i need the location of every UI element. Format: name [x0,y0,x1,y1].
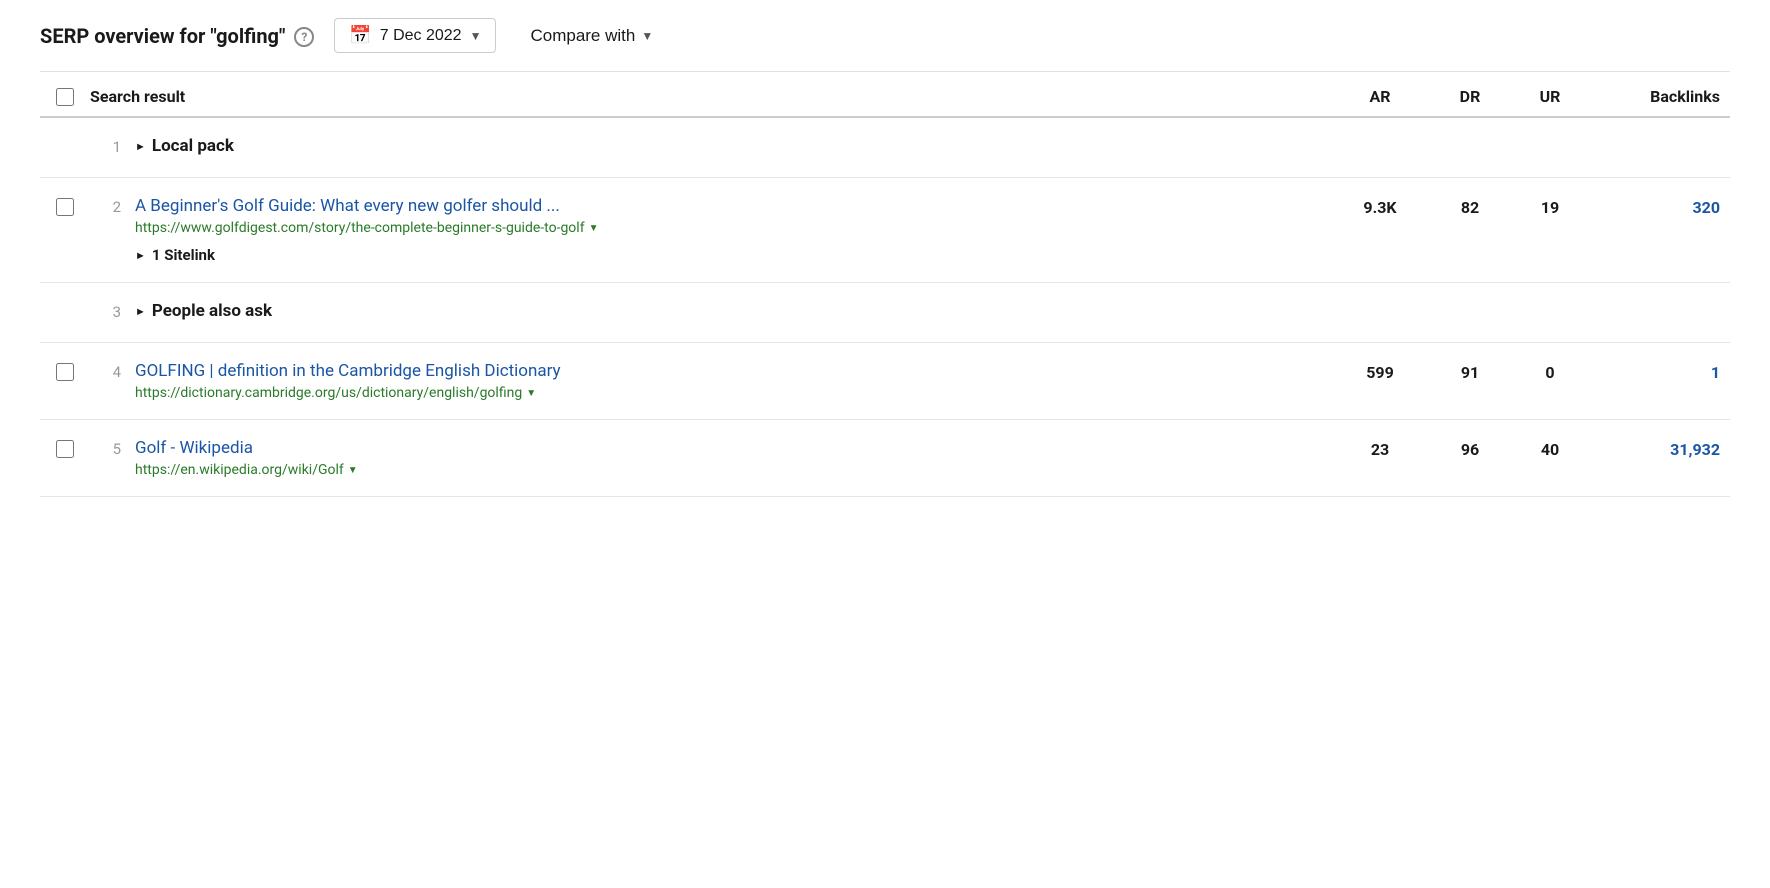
row-3-ar [1330,301,1430,303]
header-dr-label: DR [1430,87,1510,106]
table-row: 2 A Beginner's Golf Guide: What every ne… [40,178,1730,283]
row-2-checkbox-col[interactable] [40,196,90,216]
row-2-url-arrow[interactable]: ▼ [589,223,599,234]
row-5-ur: 40 [1510,438,1590,459]
row-4-checkbox-col[interactable] [40,361,90,381]
row-5-url-arrow[interactable]: ▼ [348,465,358,476]
row-5-backlinks[interactable]: 31,932 [1590,438,1730,459]
table-row: 3 ► People also ask [40,283,1730,343]
row-3-ur [1510,301,1590,303]
row-4-checkbox[interactable] [56,363,74,381]
row-2-title-link[interactable]: A Beginner's Golf Guide: What every new … [135,196,560,216]
date-label: 7 Dec 2022 [380,27,462,45]
row-3-number: 3 [90,301,135,321]
row-4-content: GOLFING | definition in the Cambridge En… [135,361,1330,401]
row-1-result-col: 1 ► Local pack [90,136,1330,156]
row-5-url-link[interactable]: https://en.wikipedia.org/wiki/Golf [135,462,344,478]
row-1-number: 1 [90,136,135,156]
row-5-title-link[interactable]: Golf - Wikipedia [135,438,253,458]
row-2-ar: 9.3K [1330,196,1430,217]
row-5-checkbox-col[interactable] [40,438,90,458]
row-5-ar: 23 [1330,438,1430,459]
row-2-content: A Beginner's Golf Guide: What every new … [135,196,1330,264]
table-header-row: Search result AR DR UR Backlinks [40,72,1730,118]
page-title: SERP overview for "golfing" ? [40,24,314,48]
row-5-result-col: 5 Golf - Wikipedia https://en.wikipedia.… [90,438,1330,478]
row-3-result-col: 3 ► People also ask [90,301,1330,321]
compare-label: Compare with [530,26,635,46]
row-5-backlinks-link[interactable]: 31,932 [1670,440,1720,459]
compare-dropdown-arrow: ▼ [641,29,653,43]
row-4-backlinks[interactable]: 1 [1590,361,1730,382]
row-4-url-arrow[interactable]: ▼ [526,388,536,399]
row-4-title-link[interactable]: GOLFING | definition in the Cambridge En… [135,361,561,381]
select-all-checkbox[interactable] [56,88,74,106]
row-2-sitelink-arrow[interactable]: ► [135,249,146,262]
row-2-url-link[interactable]: https://www.golfdigest.com/story/the-com… [135,220,585,236]
row-3-title: People also ask [152,301,272,321]
row-4-url: https://dictionary.cambridge.org/us/dict… [135,385,1330,401]
page-header: SERP overview for "golfing" ? 📅 7 Dec 20… [40,0,1730,72]
header-ar-label: AR [1330,87,1430,106]
header-result-label: Search result [90,87,1330,106]
row-1-dr [1430,136,1510,138]
row-1-backlinks [1590,136,1730,138]
row-3-content: ► People also ask [135,301,1330,321]
row-2-number: 2 [90,196,135,216]
row-4-url-link[interactable]: https://dictionary.cambridge.org/us/dict… [135,385,522,401]
row-4-ur: 0 [1510,361,1590,382]
row-2-ur: 19 [1510,196,1590,217]
header-checkbox-col [40,86,90,106]
date-picker-button[interactable]: 📅 7 Dec 2022 ▼ [334,18,496,53]
row-4-ar: 599 [1330,361,1430,382]
row-2-sitelink-text: 1 Sitelink [152,246,215,264]
row-3-dr [1430,301,1510,303]
row-2-checkbox[interactable] [56,198,74,216]
row-5-dr: 96 [1430,438,1510,459]
row-3-backlinks [1590,301,1730,303]
row-1-content: ► Local pack [135,136,1330,156]
row-1-ur [1510,136,1590,138]
row-4-result-col: 4 GOLFING | definition in the Cambridge … [90,361,1330,401]
row-2-sitelink: ► 1 Sitelink [135,246,1330,264]
row-5-url: https://en.wikipedia.org/wiki/Golf ▼ [135,462,1330,478]
table-row: 1 ► Local pack [40,118,1730,178]
row-4-dr: 91 [1430,361,1510,382]
row-4-backlinks-link[interactable]: 1 [1711,363,1720,382]
row-3-expand-arrow[interactable]: ► [135,305,146,318]
table-row: 4 GOLFING | definition in the Cambridge … [40,343,1730,420]
date-dropdown-arrow: ▼ [470,29,482,43]
row-4-number: 4 [90,361,135,381]
row-2-backlinks-link[interactable]: 320 [1692,198,1720,217]
row-2-url: https://www.golfdigest.com/story/the-com… [135,220,1330,236]
row-5-number: 5 [90,438,135,458]
row-1-title: Local pack [152,136,234,156]
serp-table: Search result AR DR UR Backlinks 1 ► Loc… [40,72,1730,497]
header-backlinks-label: Backlinks [1590,87,1730,106]
row-1-expand-arrow[interactable]: ► [135,140,146,153]
calendar-icon: 📅 [349,25,371,46]
header-ur-label: UR [1510,87,1590,106]
row-2-dr: 82 [1430,196,1510,217]
row-2-backlinks[interactable]: 320 [1590,196,1730,217]
row-2-result-col: 2 A Beginner's Golf Guide: What every ne… [90,196,1330,264]
compare-with-button[interactable]: Compare with ▼ [516,20,667,52]
row-5-content: Golf - Wikipedia https://en.wikipedia.or… [135,438,1330,478]
row-5-checkbox[interactable] [56,440,74,458]
help-icon[interactable]: ? [294,27,314,47]
row-1-ar [1330,136,1430,138]
table-row: 5 Golf - Wikipedia https://en.wikipedia.… [40,420,1730,497]
